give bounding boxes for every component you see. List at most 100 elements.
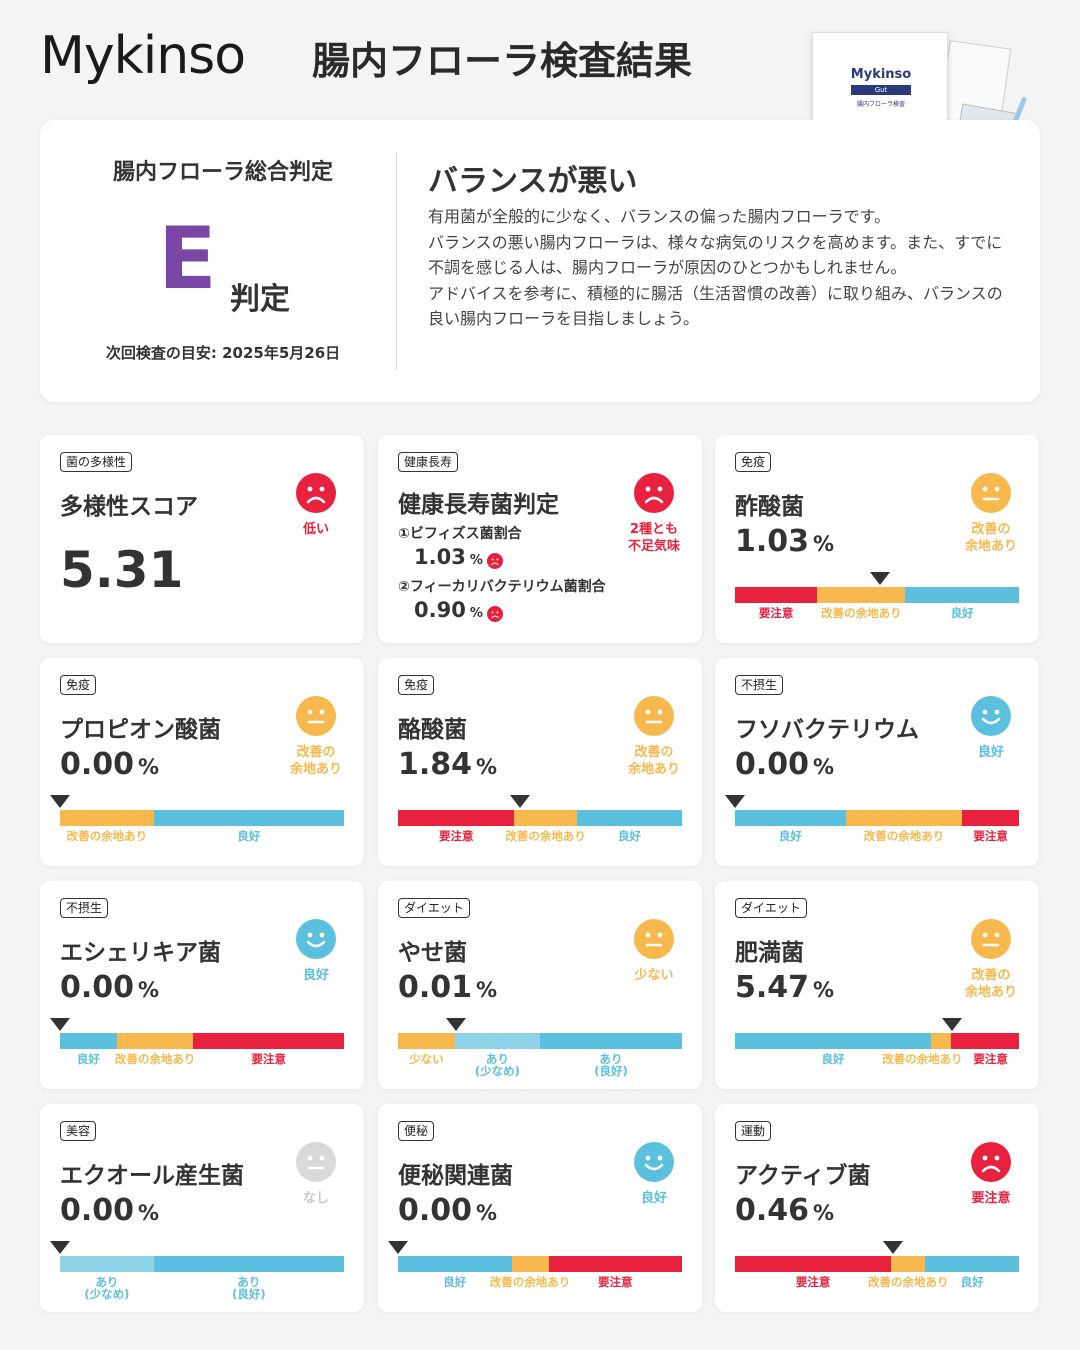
neutral-face-icon <box>296 696 336 736</box>
range-label: 良好 <box>443 1275 467 1289</box>
card-title: 酪酸菌 <box>398 717 467 743</box>
value-pointer-icon <box>725 795 745 808</box>
range-label: 良好 <box>950 606 974 620</box>
range-segment-lightblue <box>454 1033 540 1049</box>
brand-logo: Mykinso <box>40 26 246 86</box>
metric-unit: % <box>813 755 835 779</box>
range-label: 要注意 <box>598 1275 633 1289</box>
result-card[interactable]: ダイエット やせ菌 少ない 0.01% 少ない あり (少なめ) あり (良好) <box>378 881 702 1089</box>
status-text: 要注意 <box>971 1191 1011 1206</box>
overall-grade: E <box>158 209 217 309</box>
happy-face-icon <box>634 1142 674 1182</box>
sad-face-icon <box>486 603 503 622</box>
card-title: 肥満菌 <box>735 940 804 966</box>
range-labels: 良好 改善の余地あり 要注意 <box>735 1053 1019 1083</box>
result-card[interactable]: 便秘便秘関連菌良好 0.00% 良好 改善の余地あり 要注意 <box>378 1104 702 1312</box>
card-title: 便秘関連菌 <box>398 1163 513 1189</box>
result-card[interactable]: 美容 エクオール産生菌 なし 0.00% あり (少なめ) あり (良好) <box>40 1104 364 1312</box>
range-label: 良好 <box>76 1052 100 1066</box>
range-segment-red <box>398 810 515 826</box>
status-text: 改善の 余地あり <box>964 522 1017 554</box>
happy-face-icon <box>296 919 336 959</box>
category-tag: 不摂生 <box>735 675 784 695</box>
metric-value: 1.84% <box>398 750 497 780</box>
summary-panel: 腸内フローラ総合判定 E 判定 次回検査の目安: 2025年5月26日 バランス… <box>40 120 1040 402</box>
neutral-face-icon <box>971 919 1011 959</box>
range-labels: 改善の余地あり 良好 <box>60 830 344 860</box>
range-bar <box>725 795 1019 826</box>
sub-metric-value: 1.03% <box>414 545 503 569</box>
category-tag: 菌の多様性 <box>60 452 133 472</box>
range-label: 良好 <box>960 1275 984 1289</box>
next-exam-date: 次回検査の目安: 2025年5月26日 <box>105 344 341 362</box>
value-pointer-icon <box>388 1241 408 1254</box>
range-segment-orange <box>116 1033 194 1049</box>
range-label: 改善の余地あり <box>863 829 945 843</box>
range-segment-red <box>950 1033 1019 1049</box>
range-segment-blue <box>735 1033 931 1049</box>
range-label: 要注意 <box>795 1275 831 1289</box>
range-label: あり (良好) <box>594 1052 628 1078</box>
card-title: フソバクテリウム <box>735 717 919 743</box>
range-label: 改善の余地あり <box>882 1052 963 1066</box>
sub-value-number: 0.90 <box>414 598 466 622</box>
metric-unit: % <box>813 978 835 1002</box>
status-text: 改善の 余地あり <box>289 745 342 777</box>
card-title: 健康長寿菌判定 <box>398 492 559 518</box>
metric-number: 0.00 <box>60 1193 135 1228</box>
range-segment-orange <box>930 1033 951 1049</box>
range-label: 少ない <box>409 1052 444 1066</box>
range-bar <box>50 795 344 826</box>
range-segment-red <box>735 587 818 603</box>
metric-value: 0.46% <box>735 1196 834 1226</box>
sad-face-icon <box>296 473 336 513</box>
range-segment-orange <box>845 810 963 826</box>
value-pointer-icon <box>882 1241 903 1254</box>
result-card[interactable]: 不摂生 エシェリキア菌 良好 0.00% 良好 改善の余地あり 要注意 <box>40 881 364 1089</box>
metric-number: 0.46 <box>735 1193 810 1228</box>
range-label: あり (少なめ) <box>474 1052 520 1078</box>
range-segment-blue <box>153 1256 344 1272</box>
category-tag: 不摂生 <box>60 898 109 918</box>
range-segment-orange <box>891 1256 926 1272</box>
result-card[interactable]: 免疫 プロピオン酸菌 改善の 余地あり 0.00% 改善の余地あり 良好 <box>40 658 364 866</box>
range-bar <box>50 1018 344 1049</box>
metric-unit: % <box>138 755 160 779</box>
category-tag: 免疫 <box>60 675 97 695</box>
result-card[interactable]: 菌の多様性 多様性スコア 低い 5.31 <box>40 435 364 643</box>
result-card[interactable]: 不摂生 フソバクテリウム 良好 0.00% 良好 改善の余地あり 要注意 <box>715 658 1039 866</box>
status-text: 良好 <box>640 1191 667 1206</box>
status-text: 改善の 余地あり <box>627 745 680 777</box>
category-tag: 健康長寿 <box>398 452 459 472</box>
card-title: 酢酸菌 <box>735 494 804 520</box>
sub-value-unit: % <box>469 553 483 568</box>
result-card[interactable]: 健康長寿 健康長寿菌判定 2種とも 不足気味 ①ビフィズス菌割合 1.03% ②フィーカリ… <box>378 435 702 643</box>
range-segment-orange <box>817 587 906 603</box>
card-title: エシェリキア菌 <box>60 940 221 966</box>
result-card[interactable]: 免疫 酪酸菌 改善の 余地あり 1.84% 要注意 改善の余地あり 良好 <box>378 658 702 866</box>
status-text: 少ない <box>634 968 674 983</box>
range-label: あり (良好) <box>232 1275 266 1301</box>
metric-number: 0.00 <box>60 747 135 782</box>
range-labels: 良好 改善の余地あり 要注意 <box>398 1276 682 1306</box>
verdict-description: 有用菌が全般的に少なく、バランスの偏った腸内フローラです。 バランスの悪い腸内フ… <box>428 207 1003 328</box>
sad-face-icon <box>971 1142 1011 1182</box>
range-labels: 少ない あり (少なめ) あり (良好) <box>398 1053 682 1083</box>
value-pointer-icon <box>942 1018 963 1031</box>
value-pointer-icon <box>510 795 531 808</box>
value-pointer-icon <box>50 1018 70 1031</box>
range-segment-blue <box>905 587 1019 603</box>
metric-value: 0.00% <box>398 1196 497 1226</box>
result-card[interactable]: 運動 アクティブ菌 要注意 0.46% 要注意 改善の余地あり 良好 <box>715 1104 1039 1312</box>
range-segment-red <box>962 810 1019 826</box>
value-pointer-icon <box>50 1241 70 1254</box>
result-card[interactable]: ダイエット 肥満菌 改善の 余地あり 5.47% 良好 改善の余地あり 要注意 <box>715 881 1039 1089</box>
metric-unit: % <box>476 978 498 1002</box>
range-segment-orange <box>514 810 577 826</box>
card-title: アクティブ菌 <box>735 1163 871 1189</box>
neutral-face-icon <box>634 919 674 959</box>
metric-number: 1.84 <box>398 747 473 782</box>
status-text: 良好 <box>977 745 1004 760</box>
category-tag: 便秘 <box>398 1121 435 1141</box>
result-card[interactable]: 免疫 酢酸菌 改善の 余地あり 1.03% 要注意 改善の余地あり 良好 <box>715 435 1039 643</box>
